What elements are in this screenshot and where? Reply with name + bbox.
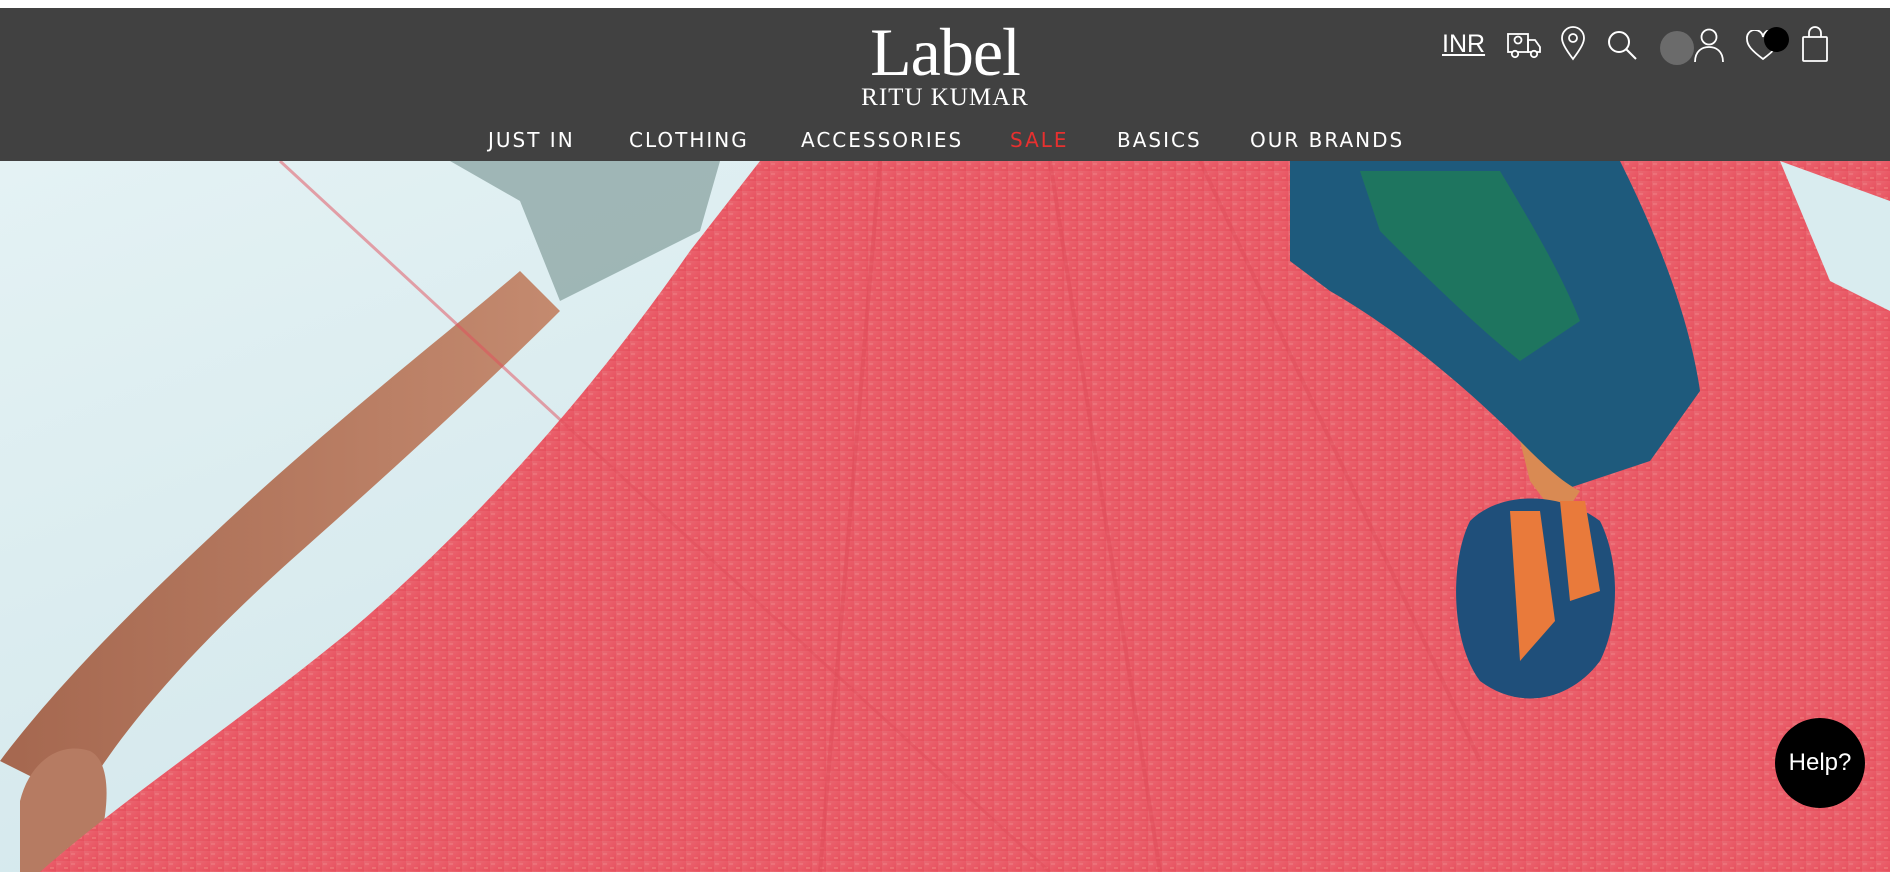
wishlist-count-badge: [1764, 27, 1789, 52]
site-header: Label RITU KUMAR INR JUST IN CLOTHING AC…: [0, 8, 1890, 161]
shopping-bag-icon[interactable]: [1800, 24, 1830, 64]
search-icon[interactable]: [1605, 28, 1639, 62]
nav-item-just-in[interactable]: JUST IN: [488, 128, 575, 152]
top-strip: [0, 0, 1890, 8]
nav-item-accessories[interactable]: ACCESSORIES: [801, 128, 963, 152]
hero-banner[interactable]: [0, 161, 1890, 872]
nav-item-our-brands[interactable]: OUR BRANDS: [1250, 128, 1404, 152]
nav-item-clothing[interactable]: CLOTHING: [629, 128, 749, 152]
help-chat-button[interactable]: Help?: [1775, 718, 1865, 808]
currency-selector[interactable]: INR: [1442, 30, 1485, 59]
brand-logo[interactable]: Label RITU KUMAR: [860, 14, 1030, 111]
hero-image: [0, 161, 1890, 872]
user-icon[interactable]: [1692, 26, 1726, 64]
location-pin-icon[interactable]: [1560, 26, 1586, 62]
logo-subtitle: RITU KUMAR: [861, 84, 1029, 111]
avatar: [1660, 31, 1694, 65]
logo-wordmark: Label: [870, 14, 1021, 90]
nav-item-basics[interactable]: BASICS: [1117, 128, 1202, 152]
nav-item-sale[interactable]: SALE: [1010, 128, 1069, 152]
truck-icon[interactable]: [1505, 26, 1543, 62]
